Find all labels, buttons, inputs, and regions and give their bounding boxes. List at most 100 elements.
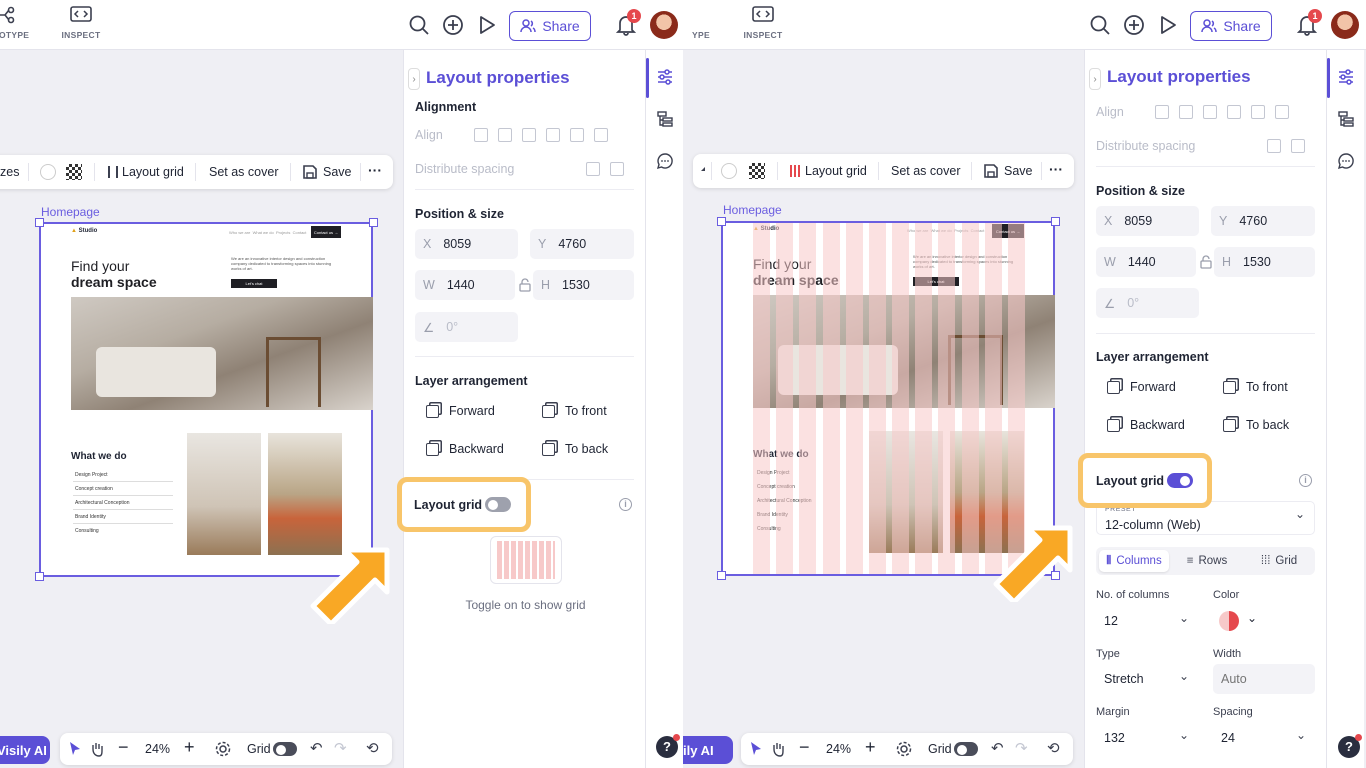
set-as-cover-button[interactable]: Set as cover — [891, 164, 960, 178]
collapse-panel-icon[interactable]: › — [408, 68, 420, 90]
align-middle-icon[interactable] — [570, 128, 584, 142]
tab-prototype[interactable]: OTOTYPE — [0, 6, 38, 40]
save-button[interactable]: Save — [1004, 164, 1033, 178]
grid-toggle[interactable] — [273, 742, 297, 756]
to-front-button[interactable]: To front — [1223, 380, 1288, 394]
zoom-in-icon[interactable]: + — [184, 737, 195, 758]
h-field[interactable]: H 1530 — [533, 270, 634, 300]
forward-button[interactable]: Forward — [426, 404, 495, 418]
forward-button[interactable]: Forward — [1107, 380, 1176, 394]
w-field[interactable]: W 1440 — [1096, 247, 1196, 277]
share-button[interactable]: Share — [1190, 11, 1272, 41]
redo-icon[interactable]: ↷ — [1015, 739, 1028, 757]
align-middle-icon[interactable] — [1251, 105, 1265, 119]
tab-prototype[interactable]: YPE — [683, 6, 731, 40]
backward-button[interactable]: Backward — [426, 442, 504, 456]
layout-grid-toggle[interactable] — [485, 497, 511, 512]
tab-columns[interactable]: ⦀ Columns — [1099, 550, 1169, 572]
save-button[interactable]: Save — [323, 165, 352, 179]
margin-select[interactable]: 132 — [1096, 723, 1198, 753]
columns-select[interactable]: 12 — [1096, 606, 1198, 636]
align-bottom-icon[interactable] — [594, 128, 608, 142]
hand-icon[interactable] — [771, 741, 785, 757]
more-icon[interactable]: ··· — [368, 162, 382, 178]
search-icon[interactable] — [408, 14, 430, 36]
search-icon[interactable] — [1089, 14, 1111, 36]
share-button[interactable]: Share — [509, 11, 591, 41]
to-back-button[interactable]: To back — [1223, 418, 1289, 432]
visily-ai-button[interactable]: ily AI — [683, 736, 733, 764]
cursor-icon[interactable] — [749, 741, 763, 757]
distribute-horizontal-icon[interactable] — [1291, 139, 1305, 153]
zoom-level[interactable]: 24% — [145, 742, 170, 756]
add-icon[interactable] — [1123, 14, 1145, 36]
resize-handle[interactable] — [369, 218, 378, 227]
lock-icon[interactable] — [519, 278, 531, 292]
frame-label[interactable]: Homepage — [723, 203, 782, 217]
distribute-vertical-icon[interactable] — [586, 162, 600, 176]
history-icon[interactable]: ⟲ — [366, 739, 379, 757]
info-icon[interactable]: i — [619, 498, 632, 511]
align-top-icon[interactable] — [1227, 105, 1241, 119]
align-center-icon[interactable] — [498, 128, 512, 142]
visily-ai-button[interactable]: Visily AI — [0, 736, 50, 764]
toolbar-layout-grid-button[interactable]: Layout grid — [805, 164, 867, 178]
sizes-clipped[interactable]: zes — [0, 165, 19, 179]
y-field[interactable]: Y 4760 — [1211, 206, 1315, 236]
fill-color-icon[interactable] — [721, 163, 737, 179]
avatar[interactable] — [1331, 11, 1359, 39]
distribute-vertical-icon[interactable] — [1267, 139, 1281, 153]
gear-icon[interactable] — [896, 741, 912, 757]
align-top-icon[interactable] — [546, 128, 560, 142]
resize-handle[interactable] — [35, 572, 44, 581]
resize-handle[interactable] — [35, 218, 44, 227]
distribute-horizontal-icon[interactable] — [610, 162, 624, 176]
w-field[interactable]: W 1440 — [415, 270, 515, 300]
help-button[interactable]: ? — [1338, 734, 1362, 758]
sliders-icon[interactable] — [656, 68, 674, 86]
width-input[interactable] — [1213, 664, 1315, 694]
tab-inspect[interactable]: INSPECT — [51, 6, 111, 40]
type-select[interactable]: Stretch — [1096, 664, 1198, 694]
zoom-out-icon[interactable]: − — [118, 737, 129, 758]
hand-icon[interactable] — [90, 741, 104, 757]
frame-label[interactable]: Homepage — [41, 205, 100, 219]
layers-icon[interactable] — [656, 110, 674, 128]
x-field[interactable]: X 8059 — [415, 229, 518, 259]
align-center-icon[interactable] — [1179, 105, 1193, 119]
play-icon[interactable] — [476, 14, 498, 36]
x-field[interactable]: X 8059 — [1096, 206, 1199, 236]
rotation-field[interactable]: ∠ 0° — [1096, 288, 1199, 318]
to-front-button[interactable]: To front — [542, 404, 607, 418]
resize-handle[interactable] — [717, 571, 726, 580]
spacing-select[interactable]: 24 — [1213, 723, 1315, 753]
transparency-icon[interactable] — [66, 164, 82, 180]
homepage-frame[interactable]: ▲ Studio Who we are What we do Projects … — [39, 222, 373, 577]
layers-icon[interactable] — [1337, 110, 1355, 128]
to-back-button[interactable]: To back — [542, 442, 608, 456]
toolbar-layout-grid-button[interactable]: Layout grid — [122, 165, 184, 179]
avatar[interactable] — [650, 11, 678, 39]
align-left-icon[interactable] — [1155, 105, 1169, 119]
align-bottom-icon[interactable] — [1275, 105, 1289, 119]
zoom-in-icon[interactable]: + — [865, 737, 876, 758]
zoom-out-icon[interactable]: − — [799, 737, 810, 758]
history-icon[interactable]: ⟲ — [1047, 739, 1060, 757]
rotation-field[interactable]: ∠ 0° — [415, 312, 518, 342]
undo-icon[interactable]: ↶ — [310, 739, 323, 757]
comment-icon[interactable] — [656, 152, 674, 170]
resize-handle[interactable] — [717, 217, 726, 226]
set-as-cover-button[interactable]: Set as cover — [209, 165, 278, 179]
align-right-icon[interactable] — [1203, 105, 1217, 119]
info-icon[interactable]: i — [1299, 474, 1312, 487]
layout-grid-toggle[interactable] — [1167, 473, 1193, 488]
y-field[interactable]: Y 4760 — [530, 229, 634, 259]
resize-handle[interactable] — [1051, 217, 1060, 226]
align-left-icon[interactable] — [474, 128, 488, 142]
align-right-icon[interactable] — [522, 128, 536, 142]
color-picker[interactable]: ⌄ — [1213, 606, 1265, 636]
fill-color-icon[interactable] — [40, 164, 56, 180]
grid-toggle[interactable] — [954, 742, 978, 756]
cursor-icon[interactable] — [68, 741, 82, 757]
help-button[interactable]: ? — [656, 734, 680, 758]
